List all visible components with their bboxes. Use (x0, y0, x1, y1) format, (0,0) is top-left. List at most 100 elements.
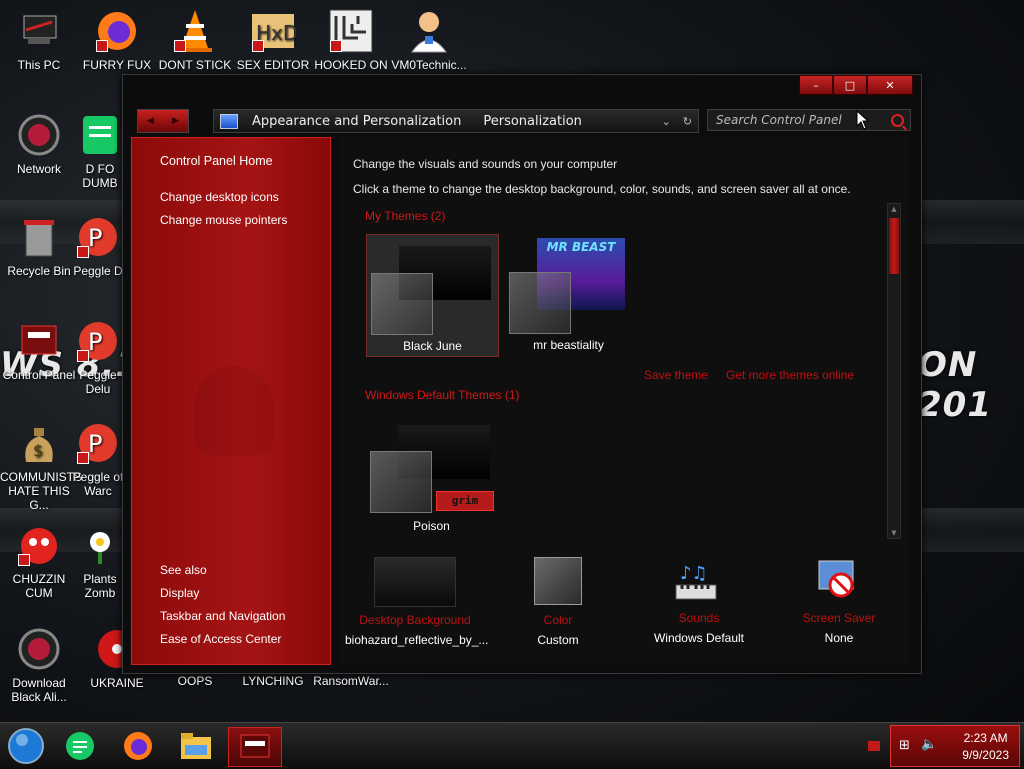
desktop-icon-dfo-dumb[interactable]: D FO DUMB (70, 112, 130, 190)
desktop-icon-control-panel[interactable]: Control Panel (0, 318, 78, 382)
save-theme-link[interactable]: Save theme (644, 368, 708, 382)
desktop-icon-peggle-delu[interactable]: P Peggle Delu (70, 318, 126, 396)
desktop-icon-oops[interactable]: OOPS (156, 674, 234, 688)
theme-badge: grim (436, 491, 494, 511)
theme-mr-beastiality[interactable]: MR BEAST mr beastiality (503, 234, 634, 355)
desktop-icon-peggle-warc[interactable]: P Peggle of Warc (70, 420, 126, 498)
close-button[interactable]: ✕ (867, 75, 913, 95)
sounds-label: Sounds (678, 611, 720, 625)
icon-label: HOOKED ON (314, 58, 388, 72)
chuzzle-icon (16, 522, 62, 568)
see-also-display[interactable]: Display (160, 586, 199, 600)
volume-icon[interactable]: 🔈 (921, 737, 937, 752)
clock[interactable]: 2:23 AM 9/9/2023 (962, 730, 1009, 764)
sidebar-link-change-desktop-icons[interactable]: Change desktop icons (160, 190, 279, 204)
screen-saver-button[interactable]: Screen Saver None (789, 557, 889, 645)
taskbar-firefox[interactable] (116, 727, 160, 765)
address-bar[interactable]: Appearance and Personalization Personali… (213, 109, 699, 133)
desktop-icon-plants-zomb[interactable]: Plants Zomb (74, 522, 126, 600)
search-input[interactable]: Search Control Panel (707, 109, 911, 131)
maze-icon (328, 8, 374, 54)
icon-label: COMMUNISTS HATE THIS G... (0, 470, 82, 512)
network-globe-icon (16, 112, 62, 158)
wallpaper-thumb-icon (374, 557, 456, 607)
desktop-background-label: Desktop Background (359, 613, 471, 627)
taskbar-control-panel-active[interactable] (228, 727, 282, 767)
icon-label: OOPS (177, 674, 213, 688)
chevron-down-icon[interactable]: ⌄ (662, 115, 671, 128)
taskbar-notes-app[interactable] (58, 727, 102, 765)
notes-icon (77, 112, 123, 158)
doctor-icon (406, 8, 452, 54)
icon-label: UKRAINE (90, 676, 144, 690)
desktop-icon-furry-fux[interactable]: FURRY FUX (78, 8, 156, 72)
sidebar-link-control-panel-home[interactable]: Control Panel Home (160, 154, 273, 168)
back-icon[interactable]: ◀ (138, 110, 163, 132)
icon-label: VM0Technic... (391, 58, 467, 72)
recycle-bin-icon (16, 214, 62, 260)
icon-label: Plants Zomb (83, 572, 117, 600)
page-subheading: Click a theme to change the desktop back… (353, 182, 851, 196)
svg-text:$: $ (33, 441, 43, 460)
sounds-button[interactable]: ♪♫ Sounds Windows Default (639, 557, 759, 645)
start-orb-icon (8, 728, 44, 764)
see-also-taskbar[interactable]: Taskbar and Navigation (160, 609, 285, 623)
get-more-themes-link[interactable]: Get more themes online (726, 368, 854, 382)
vlc-cone-icon (172, 8, 218, 54)
icon-label: FURRY FUX (82, 58, 152, 72)
taskbar-file-explorer[interactable] (174, 727, 218, 765)
desktop-icon-chuzzin-cum[interactable]: CHUZZIN CUM (0, 522, 78, 600)
desktop-icon-network[interactable]: Network (0, 112, 78, 176)
start-orb-button[interactable] (4, 727, 48, 765)
peggle-icon: P (75, 214, 121, 260)
folder-icon (181, 733, 211, 759)
icon-label: DONT STICK (158, 58, 232, 72)
see-also-ease-of-access[interactable]: Ease of Access Center (160, 632, 281, 646)
desktop-icon-lynching[interactable]: LYNCHING (234, 674, 312, 688)
color-button[interactable]: Color Custom (513, 557, 603, 647)
icon-label: Peggle Delu (79, 368, 117, 396)
theme-preview-window (509, 272, 571, 334)
tray-flag-icon[interactable] (868, 741, 880, 751)
theme-name: Poison (413, 519, 450, 533)
scroll-down-icon[interactable]: ▼ (888, 528, 900, 538)
desktop-icon-vm0technic[interactable]: VM0Technic... (390, 8, 468, 72)
desktop-icon-communists[interactable]: $ COMMUNISTS HATE THIS G... (0, 420, 82, 512)
default-themes-header: Windows Default Themes (1) (365, 388, 520, 402)
minimize-button[interactable]: – (799, 75, 833, 95)
refresh-icon[interactable]: ↻ (683, 115, 692, 128)
personalization-window: – □ ✕ ◀ ▶ Appearance and Personalization… (122, 74, 922, 674)
svg-text:♪♫: ♪♫ (680, 563, 708, 584)
taskbar: ⊞ 🔈 2:23 AM 9/9/2023 (0, 722, 1024, 769)
sidebar-watermark (194, 366, 274, 456)
icon-label: This PC (17, 58, 61, 72)
color-label: Color (543, 613, 573, 627)
desktop-icon-hooked-on[interactable]: HOOKED ON (312, 8, 390, 72)
breadcrumb-personalization[interactable]: Personalization (483, 114, 582, 129)
maximize-button[interactable]: □ (833, 75, 867, 95)
theme-poison[interactable]: grim Poison (366, 413, 497, 534)
control-panel-monitor-icon (220, 113, 238, 129)
forward-icon[interactable]: ▶ (163, 110, 188, 132)
page-heading: Change the visuals and sounds on your co… (353, 157, 618, 171)
desktop-icon-this-pc[interactable]: This PC (0, 8, 78, 72)
theme-black-june[interactable]: Black June (366, 234, 499, 357)
desktop-icon-ransomware[interactable]: RansomWar... (312, 674, 390, 688)
icon-label: Peggle of Warc (72, 470, 124, 498)
main-content: Change the visuals and sounds on your co… (339, 137, 909, 663)
desktop-background-button[interactable]: Desktop Background biohazard_reflective_… (345, 557, 488, 647)
desktop-icon-dont-stick[interactable]: DONT STICK (156, 8, 234, 72)
search-placeholder: Search Control Panel (716, 113, 842, 127)
scroll-thumb[interactable] (889, 218, 899, 274)
breadcrumb-appearance[interactable]: Appearance and Personalization (252, 114, 461, 129)
desktop-icon-download-black-ali[interactable]: Download Black Ali... (0, 626, 78, 704)
desktop-icon-peggle-d[interactable]: P Peggle D (70, 214, 126, 278)
sidebar-link-change-mouse-pointers[interactable]: Change mouse pointers (160, 213, 287, 227)
clock-date: 9/9/2023 (962, 748, 1009, 762)
search-icon[interactable] (891, 113, 904, 127)
scroll-up-icon[interactable]: ▲ (888, 204, 900, 214)
themes-scrollbar[interactable]: ▲ ▼ (887, 203, 901, 539)
desktop-icon-recycle-bin[interactable]: Recycle Bin (0, 214, 78, 278)
network-icon[interactable]: ⊞ (899, 738, 910, 753)
desktop-icon-sex-editor[interactable]: HxD SEX EDITOR (234, 8, 312, 72)
